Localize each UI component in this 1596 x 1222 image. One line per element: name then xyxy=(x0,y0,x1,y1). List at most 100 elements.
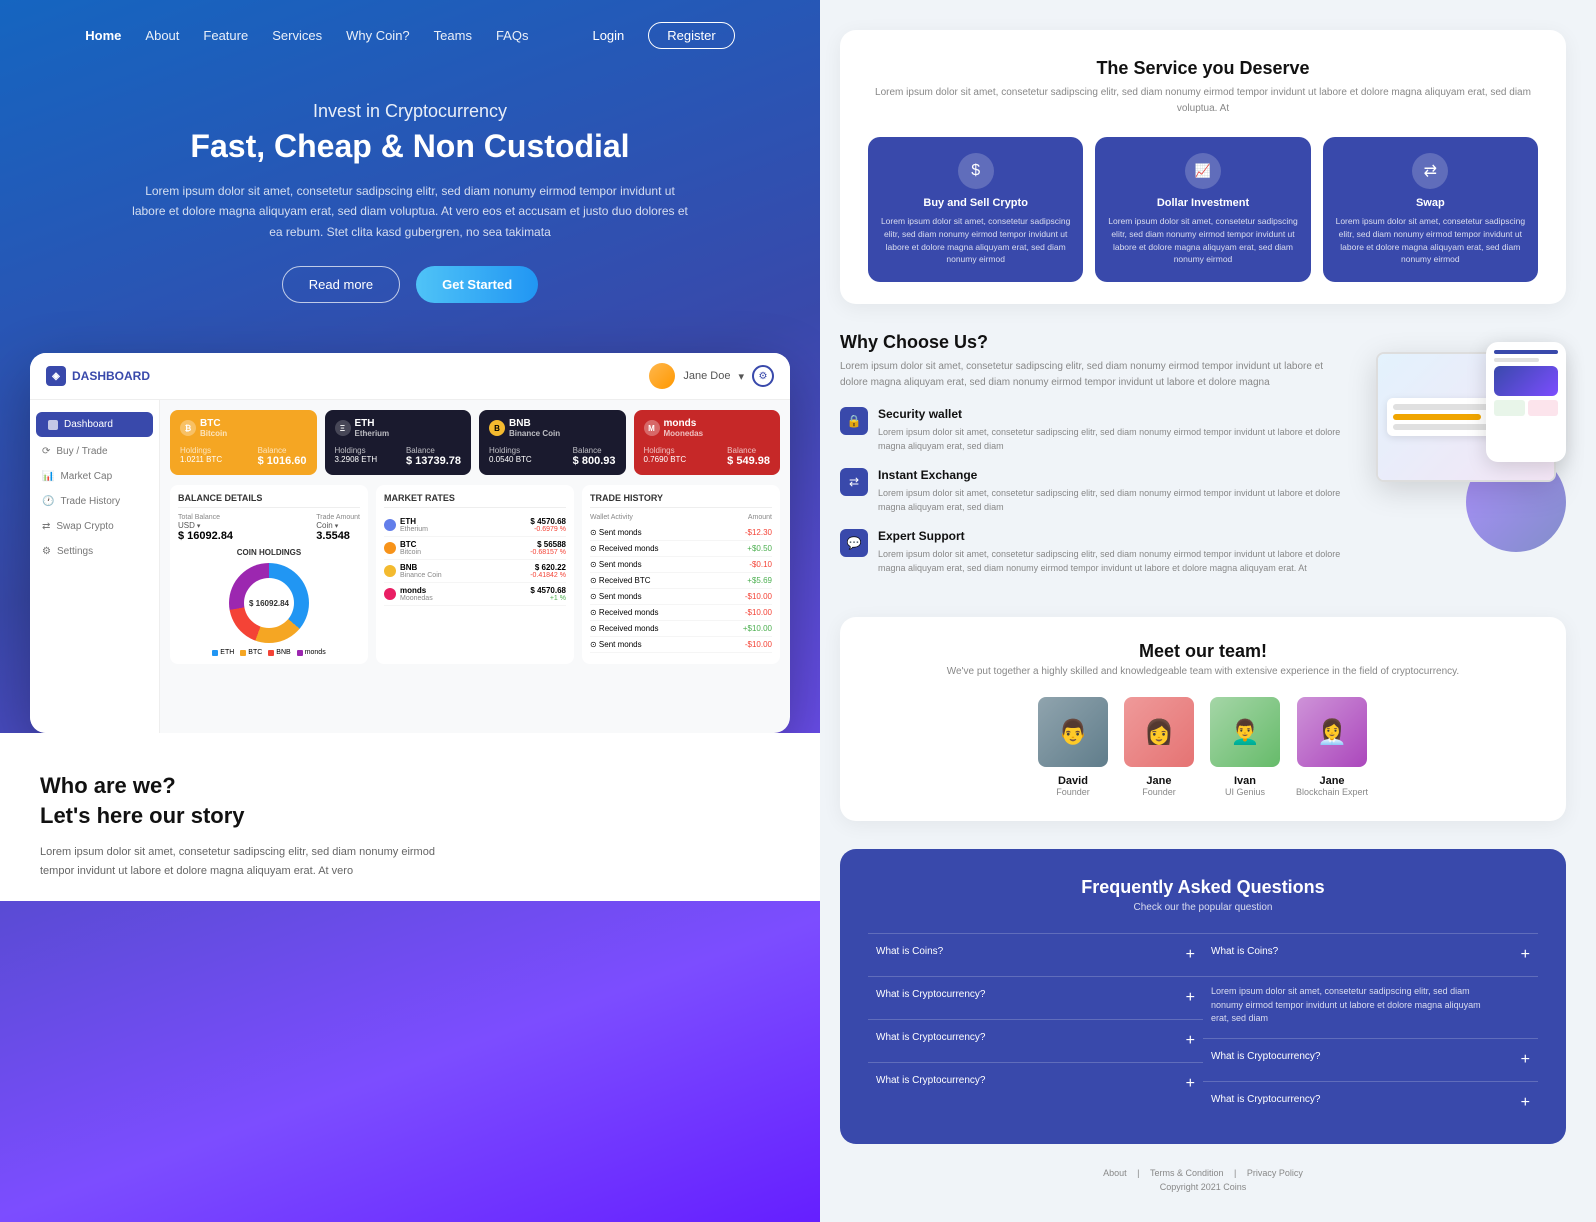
security-icon: 🔒 xyxy=(840,407,868,435)
phone-stat-2 xyxy=(1528,400,1559,416)
support-icon: 💬 xyxy=(840,529,868,557)
left-panel: Home About Feature Services Why Coin? Te… xyxy=(0,0,820,1222)
dashboard-logo-icon: ◈ xyxy=(46,366,66,386)
currency-chevron[interactable]: ▾ xyxy=(197,522,201,530)
jane1-name: Jane xyxy=(1124,775,1194,787)
faq-expand-1[interactable]: + xyxy=(1186,946,1195,964)
support-desc: Lorem ipsum dolor sit amet, consetetur s… xyxy=(878,547,1346,576)
nav-whycoin[interactable]: Why Coin? xyxy=(346,28,410,43)
footer-terms[interactable]: Terms & Condition xyxy=(1150,1168,1224,1178)
buy-sell-desc: Lorem ipsum dolor sit amet, consetetur s… xyxy=(880,215,1071,266)
nav-register-button[interactable]: Register xyxy=(648,22,734,49)
faq-item-r1[interactable]: What is Coins? + xyxy=(1203,933,1538,976)
faq-item-r3[interactable]: What is Cryptocurrency? + xyxy=(1203,1081,1538,1124)
user-dropdown-icon[interactable]: ▾ xyxy=(738,370,744,383)
faq-item-2[interactable]: What is Cryptocurrency? + xyxy=(868,976,1203,1019)
user-avatar xyxy=(649,363,675,389)
service-description: Lorem ipsum dolor sit amet, consetetur s… xyxy=(868,85,1538,117)
dollar-investment-icon: 📈 xyxy=(1185,153,1221,189)
faq-item-4[interactable]: What is Cryptocurrency? + xyxy=(868,1062,1203,1105)
market-row-btc: BTCBitcoin $ 56588-0.68157 % xyxy=(384,537,566,560)
sidebar-item-swap-crypto[interactable]: ⇄ Swap Crypto xyxy=(30,514,159,539)
btc-symbol: BTC xyxy=(200,418,227,429)
total-balance-label: Total Balance xyxy=(178,514,233,521)
monds-card: M monds Moonedas Holdings0.7690 BTC Bala… xyxy=(634,410,781,475)
trade-history-icon: 🕐 xyxy=(42,496,54,507)
why-section: Why Choose Us? Lorem ipsum dolor sit ame… xyxy=(840,332,1566,589)
sidebar-item-settings[interactable]: ⚙ Settings xyxy=(30,539,159,564)
who-title-2: Let's here our story xyxy=(40,803,780,829)
phone-stat-1 xyxy=(1494,400,1525,416)
support-title: Expert Support xyxy=(878,529,1346,543)
swap-icon: ⇄ xyxy=(42,521,50,532)
trade-row-4: ⊙ Received BTC+$5.69 xyxy=(590,573,772,589)
security-title: Security wallet xyxy=(878,407,1346,421)
nav-feature[interactable]: Feature xyxy=(203,28,248,43)
faq-expand-r1[interactable]: + xyxy=(1521,946,1530,964)
faq-q4: What is Cryptocurrency? xyxy=(876,1075,985,1086)
faq-item-3[interactable]: What is Cryptocurrency? + xyxy=(868,1019,1203,1062)
btc-holdings-label: Holdings xyxy=(180,446,222,455)
faq-expand-4[interactable]: + xyxy=(1186,1075,1195,1093)
footer-about[interactable]: About xyxy=(1103,1168,1127,1178)
coin-chevron[interactable]: ▾ xyxy=(335,522,339,530)
faq-rq1: What is Coins? xyxy=(1211,946,1278,957)
faq-subtitle: Check our the popular question xyxy=(868,902,1538,913)
faq-q1: What is Coins? xyxy=(876,946,943,957)
monds-market-icon xyxy=(384,588,396,600)
user-name: Jane Doe xyxy=(683,370,730,382)
market-title: MARKET RATES xyxy=(384,493,566,508)
sidebar-item-trade-history[interactable]: 🕐 Trade History xyxy=(30,489,159,514)
dashboard-mockup: ◈ DASHBOARD Jane Doe ▾ ⚙ Dashboard xyxy=(30,353,790,733)
team-member-david: 👨 David Founder xyxy=(1038,697,1108,797)
nav-teams[interactable]: Teams xyxy=(434,28,472,43)
hero-description: Lorem ipsum dolor sit amet, consetetur s… xyxy=(130,181,690,242)
faq-expand-r3[interactable]: + xyxy=(1521,1094,1530,1112)
why-image xyxy=(1366,332,1566,532)
nav-login[interactable]: Login xyxy=(592,28,624,43)
sidebar-item-dashboard[interactable]: Dashboard xyxy=(36,412,153,437)
trade-row-8: ⊙ Sent monds-$10.00 xyxy=(590,637,772,653)
read-more-button[interactable]: Read more xyxy=(282,266,400,303)
trade-section: TRADE HISTORY Wallet ActivityAmount ⊙ Se… xyxy=(582,485,780,664)
sidebar-item-market-cap[interactable]: 📊 Market Cap xyxy=(30,464,159,489)
faq-expand-2[interactable]: + xyxy=(1186,989,1195,1007)
faq-item-r2[interactable]: What is Cryptocurrency? + xyxy=(1203,1038,1538,1081)
trade-row-6: ⊙ Received monds-$10.00 xyxy=(590,605,772,621)
avatar-jane1: 👩 xyxy=(1124,697,1194,767)
service-item-swap: ⇄ Swap Lorem ipsum dolor sit amet, conse… xyxy=(1323,137,1538,282)
legend-bnb: BNB xyxy=(268,649,290,656)
coin-cards: ₿ BTC Bitcoin Holdings1.0211 BTC Balance… xyxy=(170,410,780,475)
currency-label: USD xyxy=(178,521,195,530)
team-description: We've put together a highly skilled and … xyxy=(864,666,1542,677)
faq-title: Frequently Asked Questions xyxy=(868,877,1538,898)
nav-services[interactable]: Services xyxy=(272,28,322,43)
get-started-button[interactable]: Get Started xyxy=(416,266,538,303)
faq-item-1[interactable]: What is Coins? + xyxy=(868,933,1203,976)
why-description: Lorem ipsum dolor sit amet, consetetur s… xyxy=(840,359,1346,391)
faq-expand-3[interactable]: + xyxy=(1186,1032,1195,1050)
market-row-monds: mondsMoonedas $ 4570.68+1 % xyxy=(384,583,566,606)
bnb-market-icon xyxy=(384,565,396,577)
security-desc: Lorem ipsum dolor sit amet, consetetur s… xyxy=(878,425,1346,454)
footer-copyright: Copyright 2021 Coins xyxy=(840,1182,1566,1192)
team-member-jane2: 👩‍💼 Jane Blockchain Expert xyxy=(1296,697,1368,797)
pie-legend: ETH BTC BNB monds xyxy=(178,649,360,656)
david-name: David xyxy=(1038,775,1108,787)
trade-row-1: ⊙ Sent monds-$12.30 xyxy=(590,525,772,541)
nav-home[interactable]: Home xyxy=(85,28,121,43)
sidebar-item-buy-trade[interactable]: ⟳ Buy / Trade xyxy=(30,439,159,464)
faq-expand-r2[interactable]: + xyxy=(1521,1051,1530,1069)
swap-service-icon: ⇄ xyxy=(1412,153,1448,189)
nav-about[interactable]: About xyxy=(145,28,179,43)
buy-trade-icon: ⟳ xyxy=(42,446,50,457)
why-security-text: Security wallet Lorem ipsum dolor sit am… xyxy=(878,407,1346,454)
nav-faqs[interactable]: FAQs xyxy=(496,28,529,43)
faq-grid: What is Coins? + What is Cryptocurrency?… xyxy=(868,933,1538,1124)
dashboard-icon xyxy=(48,420,58,430)
settings-icon[interactable]: ⚙ xyxy=(752,365,774,387)
service-item-buy-sell: $ Buy and Sell Crypto Lorem ipsum dolor … xyxy=(868,137,1083,282)
faq-answer-text: Lorem ipsum dolor sit amet, consetetur s… xyxy=(1211,985,1491,1026)
service-item-dollar-investment: 📈 Dollar Investment Lorem ipsum dolor si… xyxy=(1095,137,1310,282)
footer-privacy[interactable]: Privacy Policy xyxy=(1247,1168,1303,1178)
